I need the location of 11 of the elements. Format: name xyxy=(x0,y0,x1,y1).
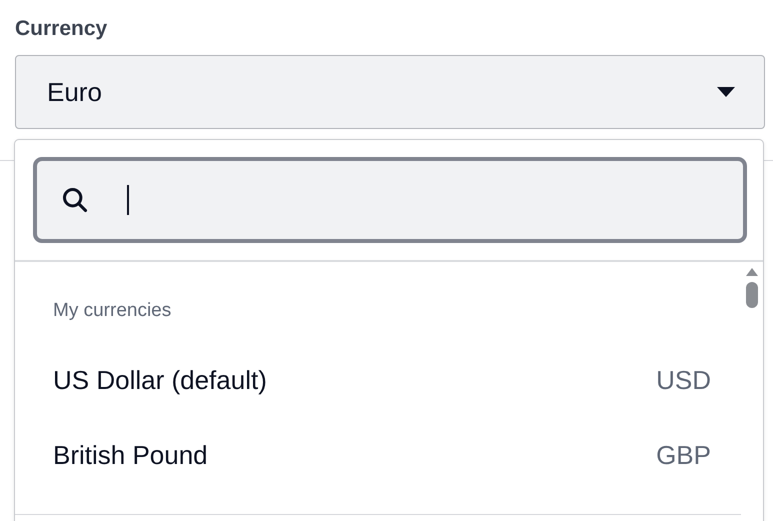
currency-select[interactable]: Euro xyxy=(15,55,765,129)
scroll-up-icon[interactable] xyxy=(746,268,758,276)
currency-option[interactable]: US Dollar (default) USD xyxy=(53,343,711,418)
search-field[interactable] xyxy=(33,157,747,243)
section-heading: My currencies xyxy=(53,300,172,322)
scrollbar-thumb[interactable] xyxy=(746,282,758,308)
currency-option[interactable]: British Pound GBP xyxy=(53,418,711,493)
caret-icon xyxy=(716,86,736,98)
search-icon xyxy=(61,186,89,214)
text-cursor xyxy=(127,185,129,215)
field-label: Currency xyxy=(15,17,108,42)
